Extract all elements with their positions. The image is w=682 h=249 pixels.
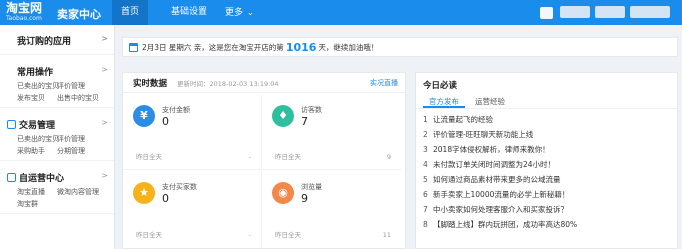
chevron-right-icon: > <box>101 34 108 43</box>
logo-url: Taobao.com <box>6 15 42 22</box>
chevron-down-icon: ⌄ <box>247 8 254 17</box>
list-item[interactable]: 3 2018字体侵权解析，律师来教你！ <box>423 142 677 157</box>
tab-bar: 官方发布 运营经验 <box>416 93 677 109</box>
update-time: 更新时间：2018-02-03 13:19:04 <box>177 79 279 88</box>
chevron-right-icon[interactable]: > <box>101 65 108 74</box>
list-item[interactable]: 7 中小卖家如何处理客服介入和买家投诉？ <box>423 202 677 217</box>
nav-home-label: 首页 <box>121 7 140 17</box>
sidebar-link[interactable]: 淘宝群 <box>17 199 57 209</box>
nav-more[interactable]: 更多 ⌄ <box>216 0 263 25</box>
article-list: 1 让流量起飞的经验 2 评价管理-旺旺聊天新功能上线 3 2018字体侵权解析，律师… <box>416 109 677 232</box>
metric-payment-amount[interactable]: ¥ 支付金额 0 昨日全天 - <box>124 95 262 170</box>
list-item[interactable]: 5 如何通过商品素材带来更多的公域流量 <box>423 172 677 187</box>
sidebar-section-self-operation: 自运营中心 > 淘宝直播 微淘内容管理 淘宝群 <box>0 161 114 214</box>
notice-bar: 2月3日 星期六 亲，这是您在淘宝开店的第 1016 天，继续加油哦！ <box>122 37 678 57</box>
metric-label: 支付买家数 <box>162 183 197 191</box>
avatar[interactable] <box>540 7 553 19</box>
chevron-right-icon[interactable]: > <box>101 118 108 127</box>
yesterday-label: 昨日全天 <box>275 153 301 161</box>
my-apps-title: 我订购的应用 <box>17 37 72 47</box>
eye-icon: ◉ <box>272 182 294 204</box>
metric-label: 访客数 <box>301 106 322 114</box>
tab-official[interactable]: 官方发布 <box>423 93 465 108</box>
sidebar-section-common: 常用操作 > 已卖出的宝贝 评价管理 发布宝贝 出售中的宝贝 <box>0 55 114 108</box>
realtime-data-panel: 实时数据 更新时间：2018-02-03 13:19:04 实况直播 ¥ 支付金… <box>122 72 406 249</box>
sidebar-link[interactable]: 评价管理 <box>57 134 107 144</box>
yen-icon: ¥ <box>133 105 155 127</box>
sidebar-link[interactable]: 发布宝贝 <box>17 93 57 103</box>
calendar-icon <box>129 42 138 52</box>
sidebar-link[interactable]: 采购助手 <box>17 146 57 156</box>
list-item[interactable]: 4 未付款订单关闭时间调整为24小时！ <box>423 157 677 172</box>
chat-icon <box>7 173 16 182</box>
yesterday-value: - <box>248 231 251 239</box>
top-nav: 首页 基础设置 更多 ⌄ <box>112 0 263 25</box>
tab-experience[interactable]: 运营经验 <box>469 93 511 108</box>
sidebar-link[interactable]: 已卖出的宝贝 <box>17 134 59 144</box>
seller-center-title: 卖家中心 <box>57 8 101 21</box>
sidebar-link[interactable]: 微淘内容管理 <box>57 187 107 197</box>
metric-page-views[interactable]: ◉ 浏览量 9 昨日全天 11 <box>263 172 401 247</box>
yesterday-label: 昨日全天 <box>275 231 301 239</box>
sidebar: 我订购的应用 > 常用操作 > 已卖出的宝贝 评价管理 发布宝贝 出售中的宝贝 … <box>0 25 115 249</box>
nav-home[interactable]: 首页 <box>112 0 149 25</box>
notice-text: 2月3日 星期六 亲，这是您在淘宝开店的第 <box>142 42 284 52</box>
metric-value: 9 <box>301 192 308 205</box>
sidebar-link[interactable]: 分期管理 <box>57 146 107 156</box>
metric-label: 支付金额 <box>162 106 190 114</box>
yesterday-value: 9 <box>386 153 391 161</box>
section-title: 自运营中心 <box>7 171 114 184</box>
sidebar-link[interactable]: 出售中的宝贝 <box>57 93 107 103</box>
user-info-blurred[interactable] <box>560 6 590 18</box>
taobao-logo[interactable]: 淘宝网 Taobao.com <box>6 2 52 23</box>
metric-visitors[interactable]: ♦ 访客数 7 昨日全天 9 <box>263 95 401 170</box>
live-link[interactable]: 实况直播 <box>370 78 398 88</box>
panel-title: 今日必读 <box>423 81 458 91</box>
metric-paying-buyers[interactable]: ★ 支付买家数 0 昨日全天 - <box>124 172 262 247</box>
panel-title: 实时数据 <box>133 78 168 89</box>
yesterday-label: 昨日全天 <box>136 231 162 239</box>
section-title: 常用操作 <box>17 68 54 78</box>
metric-value: 0 <box>162 115 169 128</box>
list-item[interactable]: 8 【脚踏上线】群内玩拼团，成功率高达80% <box>423 217 677 232</box>
trade-icon <box>7 120 16 129</box>
logo-text: 淘宝网 <box>6 1 43 15</box>
list-item[interactable]: 6 新手卖家上10000流量的必学上新秘籍！ <box>423 187 677 202</box>
sidebar-link[interactable]: 评价管理 <box>57 81 107 91</box>
yesterday-value: 11 <box>382 231 391 239</box>
sidebar-section-trade: 交易管理 > 已卖出的宝贝 评价管理 采购助手 分期管理 <box>0 108 114 161</box>
list-item[interactable]: 2 评价管理-旺旺聊天新功能上线 <box>423 127 677 142</box>
metric-value: 0 <box>162 192 169 205</box>
nav-settings-label: 基础设置 <box>171 7 208 17</box>
must-read-panel: 今日必读 官方发布 运营经验 1 让流量起飞的经验 2 评价管理-旺旺聊天新功能上线… <box>415 72 678 249</box>
sidebar-link[interactable]: 已卖出的宝贝 <box>17 81 59 91</box>
metric-label: 浏览量 <box>301 183 322 191</box>
chevron-right-icon[interactable]: > <box>101 171 108 180</box>
section-title: 交易管理 <box>7 118 114 131</box>
sidebar-link[interactable]: 淘宝直播 <box>17 187 57 197</box>
shop-info-blurred[interactable] <box>630 6 670 18</box>
visitor-icon: ♦ <box>272 105 294 127</box>
yesterday-label: 昨日全天 <box>136 153 162 161</box>
my-apps[interactable]: 我订购的应用 > <box>0 25 114 55</box>
nav-basic-settings[interactable]: 基础设置 <box>162 0 216 25</box>
list-item[interactable]: 1 让流量起飞的经验 <box>423 112 677 127</box>
shop-days-count: 1016 <box>285 40 317 54</box>
yesterday-value: - <box>248 153 251 161</box>
account-info-blurred[interactable] <box>595 6 625 18</box>
top-bar: 淘宝网 Taobao.com 卖家中心 首页 基础设置 更多 ⌄ <box>0 0 682 25</box>
nav-more-label: 更多 <box>225 8 244 18</box>
metric-value: 7 <box>301 115 308 128</box>
buyer-icon: ★ <box>133 182 155 204</box>
notice-text-end: 天，继续加油哦！ <box>318 42 379 52</box>
